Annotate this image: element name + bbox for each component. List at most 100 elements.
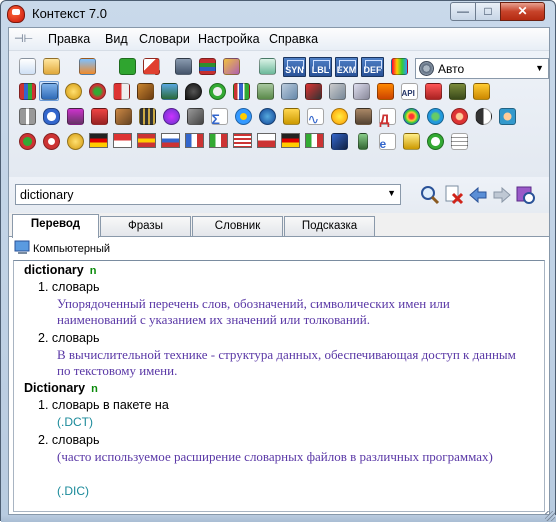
rocket-icon[interactable] [303,81,323,101]
sense-term[interactable]: 2. словарь [38,331,99,345]
car-icon[interactable] [423,81,443,101]
italian-flag-2-icon[interactable] [305,133,324,148]
fork-knife-icon[interactable] [17,106,37,126]
german-flag-icon[interactable] [89,133,108,148]
laurel-icon[interactable] [425,131,445,151]
menu-settings[interactable]: Настройка [198,32,260,46]
paste-icon[interactable] [41,56,61,76]
sense-term[interactable]: 1. словарь в пакете на [38,398,169,412]
refresh-rainbow-icon[interactable] [389,56,409,76]
dictionary-search-icon[interactable] [515,184,537,206]
close-button[interactable]: ✕ [500,2,545,21]
oil-drop-icon[interactable] [183,81,203,101]
def-toggle-button[interactable]: DEF [361,57,384,77]
maximize-button[interactable]: □ [475,2,501,21]
waveform-icon[interactable]: ∿ [305,106,325,127]
lbl-toggle-button[interactable]: LBL [309,57,332,77]
us-flag-icon[interactable] [233,133,252,148]
pipe-icon[interactable] [279,81,299,101]
extension-link[interactable]: (.DCT) [57,415,93,429]
trophy-icon[interactable] [401,131,421,151]
syn-toggle-button[interactable]: SYN [283,57,306,77]
sense-term[interactable]: 1. словарь [38,280,99,294]
mode-select[interactable]: Авто ▼ [415,58,549,79]
italian-flag-icon[interactable] [209,133,228,148]
panel-view-icon[interactable] [257,56,277,76]
polish-flag-icon[interactable] [257,133,276,148]
globe-icon[interactable] [425,106,445,126]
search-input[interactable] [20,185,370,204]
bar-chart-icon[interactable] [231,81,251,101]
add-entry-icon[interactable] [117,56,137,76]
stamp-icon[interactable] [89,106,109,126]
fighter-jet-icon[interactable] [327,81,347,101]
exm-toggle-button[interactable]: EXM [335,57,358,77]
tab-wordlist[interactable]: Словник [192,216,283,237]
resize-grip-icon[interactable] [545,511,555,521]
api-icon[interactable]: API [399,81,419,101]
headword[interactable]: dictionary n [24,263,96,277]
copy-icon[interactable] [17,56,37,76]
menu-grip-icon[interactable]: ⊣⊢ [14,33,34,45]
money-icon[interactable] [255,81,275,101]
airplane-icon[interactable] [351,81,371,101]
german-flag-2-icon[interactable] [281,133,300,148]
dictionary-settings-icon[interactable] [221,56,241,76]
spanish-flag-icon[interactable] [137,133,156,148]
church-icon[interactable] [471,81,491,101]
atom-icon[interactable] [161,106,181,126]
letter-d-icon[interactable]: Д [377,106,397,127]
bird-icon[interactable] [281,106,301,126]
owl-icon[interactable] [353,106,373,126]
chevron-down-icon[interactable]: ▼ [387,188,396,198]
french-flag-icon[interactable] [185,133,204,148]
people-icon[interactable] [497,106,517,126]
mobile-phone-icon[interactable] [353,131,373,151]
title-bar[interactable]: Контекст 7.0 — □ ✕ [1,1,555,27]
menu-edit[interactable]: Правка [48,32,90,46]
tab-hint[interactable]: Подсказка [284,216,375,237]
books-icon[interactable] [17,81,37,101]
dictionaries-stack-icon[interactable] [197,56,217,76]
paint-palette-icon[interactable] [401,106,421,126]
swap-direction-icon[interactable] [77,56,97,76]
recycle-icon[interactable] [207,81,227,101]
sense-term[interactable]: 2. словарь [38,433,99,447]
back-arrow-icon[interactable] [467,184,489,206]
compass-icon[interactable] [185,106,205,126]
matryoshka-icon[interactable] [449,106,469,126]
orbit-icon[interactable] [233,106,253,126]
puzzle-icon[interactable] [375,81,395,101]
tab-translation[interactable]: Перевод [12,214,99,238]
sigma-icon[interactable]: Σ [209,106,229,127]
computer-icon[interactable] [39,81,59,101]
yin-yang-icon[interactable] [473,106,493,126]
clear-icon[interactable] [443,184,465,206]
medical-icon[interactable] [41,131,61,151]
gears-icon[interactable] [87,81,107,101]
minimize-button[interactable]: — [450,2,476,21]
headword[interactable]: Dictionary n [24,381,98,395]
flag-pair-icon[interactable] [113,133,132,148]
menu-view[interactable]: Вид [105,32,128,46]
ie-browser-icon[interactable]: e [377,131,397,151]
gear-green-icon[interactable] [17,131,37,151]
chip-icon[interactable] [137,106,157,126]
tank-icon[interactable] [447,81,467,101]
edit-entry-icon[interactable] [141,56,161,76]
menu-dictionaries[interactable]: Словари [139,32,190,46]
article-view[interactable]: dictionary n 1. словарь Упорядоченный пер… [13,260,545,512]
forward-arrow-icon[interactable] [491,184,513,206]
search-combo[interactable]: ▼ [15,184,401,205]
coin-icon[interactable] [63,81,83,101]
extension-link[interactable]: (.DIC) [57,484,89,498]
guitar-icon[interactable] [113,106,133,126]
medicine-icon[interactable] [111,81,131,101]
law-hammer-icon[interactable] [135,81,155,101]
question-book-icon[interactable] [159,81,179,101]
document-list-icon[interactable] [449,131,469,151]
paw-icon[interactable] [257,106,277,126]
search-icon[interactable] [419,184,441,206]
coin-gold-icon[interactable] [65,131,85,151]
app-logo-icon[interactable] [7,5,25,23]
